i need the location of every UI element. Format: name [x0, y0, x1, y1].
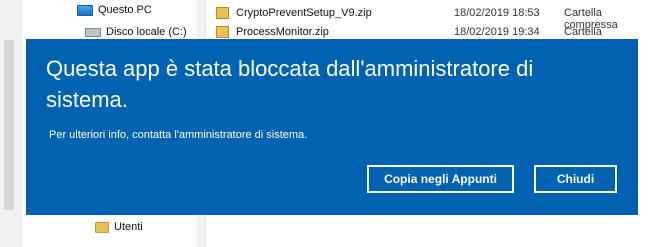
drive-icon — [85, 27, 101, 37]
computer-icon — [77, 4, 93, 16]
left-pane-edge — [0, 0, 23, 247]
nav-item-label: Disco locale (C:) — [106, 26, 187, 38]
left-scrollbar[interactable] — [4, 40, 14, 210]
file-row[interactable]: ProcessMonitor.zip 18/02/2019 19:34 Cart… — [216, 24, 650, 50]
file-date: 18/02/2019 18:53 — [454, 7, 540, 19]
dialog-title: Questa app è stata bloccata dall'amminis… — [46, 56, 534, 112]
nav-item-utenti[interactable]: Utenti — [95, 221, 143, 233]
nav-item-label: Utenti — [114, 221, 143, 233]
close-button[interactable]: Chiudi — [534, 165, 617, 193]
zip-folder-icon — [216, 26, 229, 38]
file-date: 18/02/2019 19:34 — [454, 26, 540, 38]
nav-item-disco-locale[interactable]: Disco locale (C:) — [85, 26, 187, 38]
nav-item-questo-pc[interactable]: Questo PC — [77, 4, 152, 16]
nav-item-label: Questo PC — [98, 4, 152, 16]
zip-folder-icon — [216, 7, 229, 19]
file-name: CryptoPreventSetup_V9.zip — [236, 7, 372, 19]
file-name: ProcessMonitor.zip — [236, 26, 329, 38]
file-row[interactable]: CryptoPreventSetup_V9.zip 18/02/2019 18:… — [216, 5, 650, 31]
app-blocked-dialog: Questa app è stata bloccata dall'amminis… — [26, 39, 638, 215]
copy-to-clipboard-button[interactable]: Copia negli Appunti — [367, 165, 514, 193]
folder-icon — [95, 221, 109, 233]
dialog-message: Per ulteriori info, contatta l'amministr… — [49, 129, 308, 141]
